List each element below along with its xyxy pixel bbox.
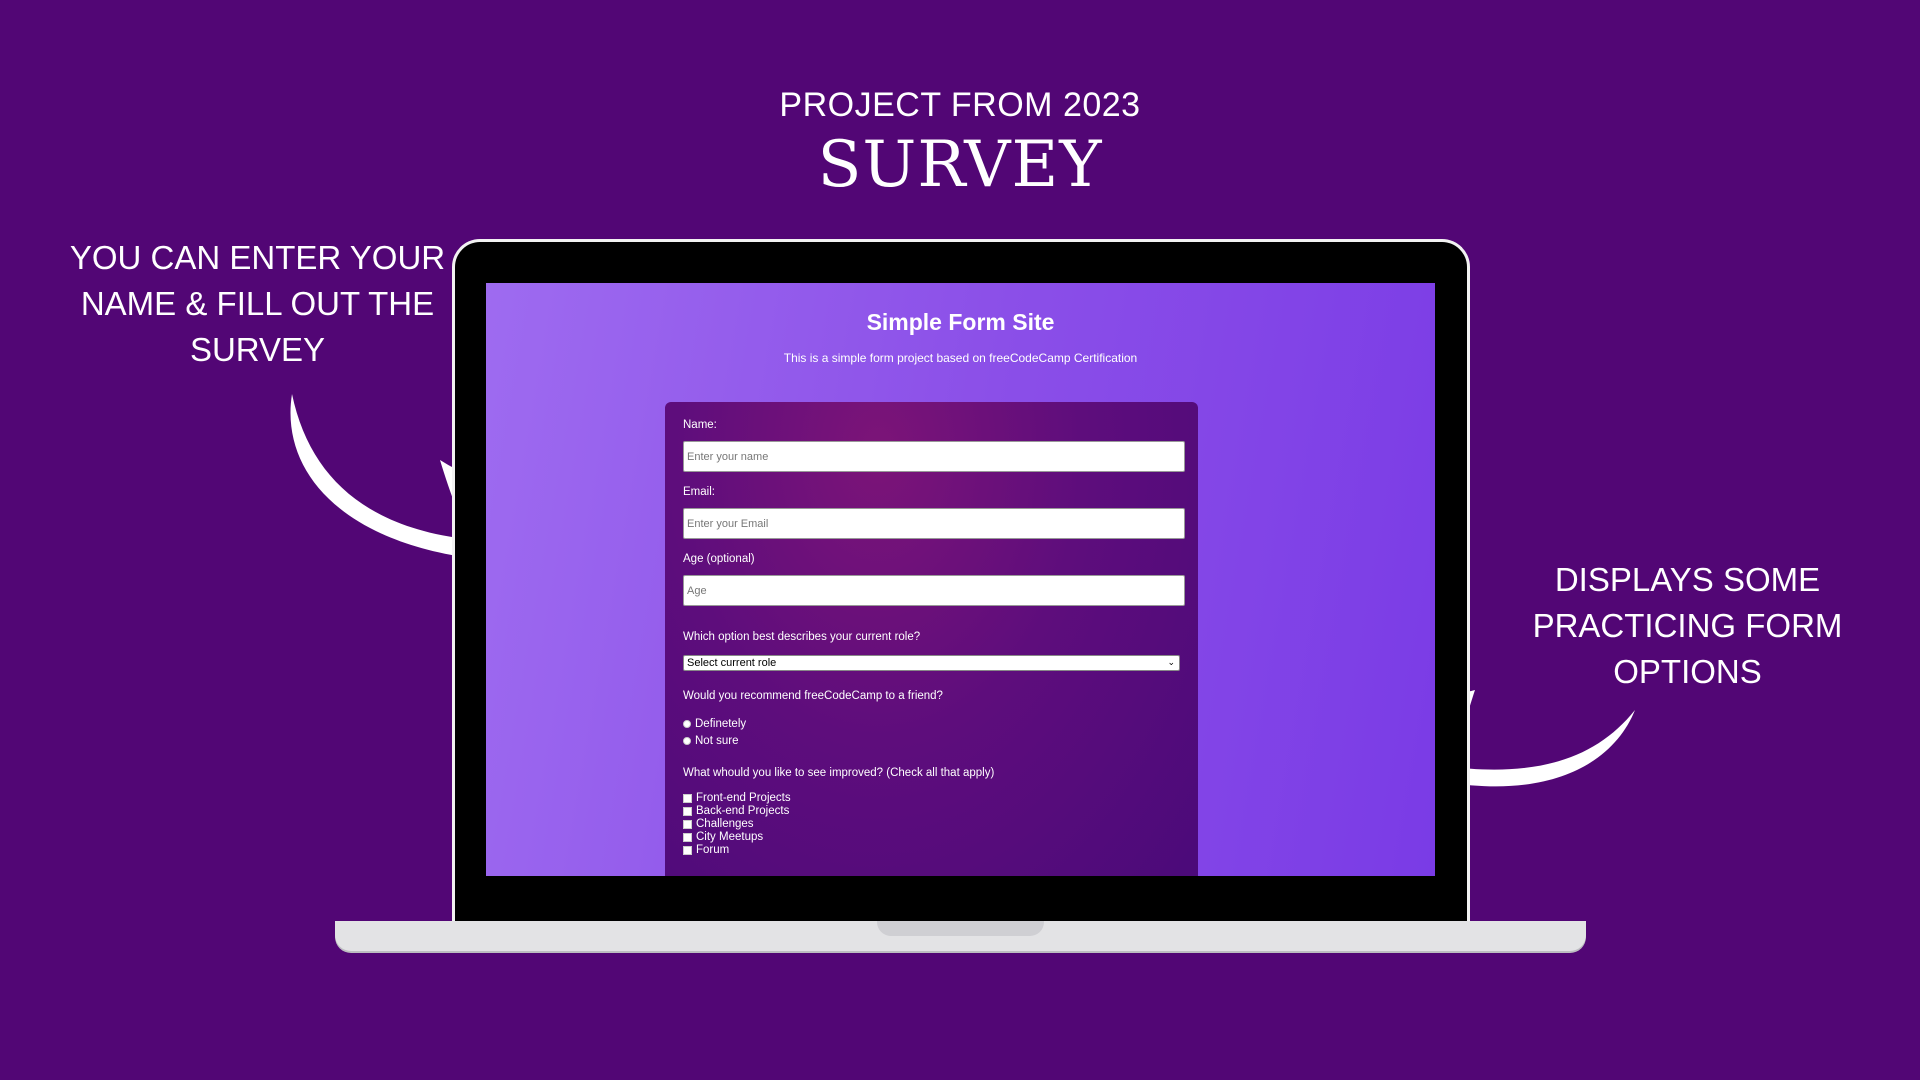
checkbox[interactable] <box>683 793 692 803</box>
checkbox-option[interactable]: Forum <box>683 844 729 856</box>
radio-button[interactable] <box>683 737 691 745</box>
header-subtitle: PROJECT FROM 2023 <box>779 86 1141 124</box>
email-label: Email: <box>683 486 715 498</box>
email-input[interactable] <box>683 508 1185 539</box>
checkbox[interactable] <box>683 819 692 829</box>
checkbox-label: Forum <box>696 844 730 856</box>
checkbox-label: Front-end Projects <box>696 792 791 804</box>
checkbox-option[interactable]: Challenges <box>683 818 754 830</box>
radio-option[interactable]: Definetely <box>683 718 746 730</box>
role-select-value: Select current role <box>687 657 777 669</box>
laptop-notch <box>877 921 1044 936</box>
survey-form: Name: Email: Age (optional) Which option… <box>665 402 1198 876</box>
site-description: This is a simple form project based on f… <box>783 351 1138 365</box>
recommend-question: Would you recommend freeCodeCamp to a fr… <box>683 690 943 702</box>
name-label: Name: <box>683 419 717 431</box>
role-select[interactable]: Select current role ⌄ <box>683 655 1180 671</box>
right-caption: DISPLAYS SOME PRACTICING FORM OPTIONS <box>1532 561 1843 690</box>
chevron-down-icon: ⌄ <box>1167 657 1175 667</box>
left-caption: YOU CAN ENTER YOUR NAME & FILL OUT THE S… <box>69 239 446 368</box>
role-question: Which option best describes your current… <box>683 631 921 643</box>
checkbox-label: City Meetups <box>696 831 764 843</box>
radio-label: Not sure <box>695 735 739 747</box>
radio-button[interactable] <box>683 720 691 728</box>
radio-option[interactable]: Not sure <box>683 735 738 747</box>
laptop-screen: Simple Form Site This is a simple form p… <box>486 283 1435 876</box>
checkbox-label: Back-end Projects <box>696 805 790 817</box>
site-title: Simple Form Site <box>866 309 1055 335</box>
age-label: Age (optional) <box>683 553 755 565</box>
age-input[interactable] <box>683 575 1185 606</box>
checkbox-option[interactable]: City Meetups <box>683 831 763 843</box>
checkbox[interactable] <box>683 806 692 816</box>
improve-question: What whould you like to see improved? (C… <box>683 767 995 779</box>
checkbox-option[interactable]: Front-end Projects <box>683 792 791 804</box>
checkbox-option[interactable]: Back-end Projects <box>683 805 789 817</box>
header-title: SURVEY <box>817 128 1103 202</box>
checkbox[interactable] <box>683 845 692 855</box>
checkbox-label: Challenges <box>696 818 754 830</box>
checkbox[interactable] <box>683 832 692 842</box>
radio-label: Definetely <box>695 718 747 730</box>
name-input[interactable] <box>683 441 1185 472</box>
